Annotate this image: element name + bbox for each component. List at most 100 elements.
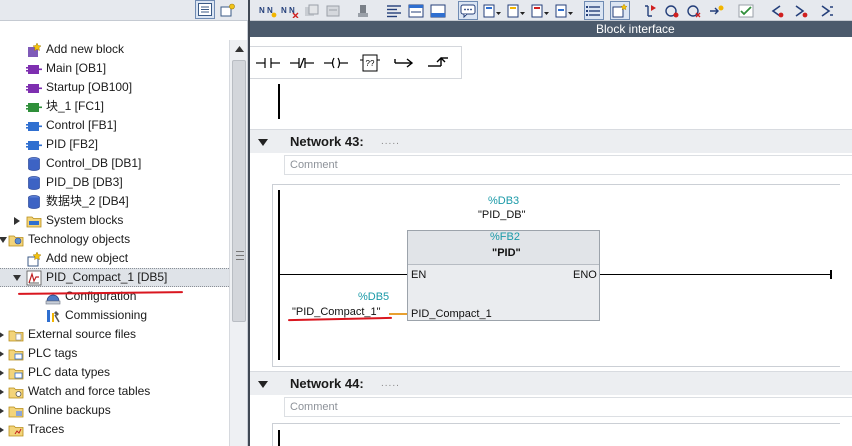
tree-item-label: Add new object — [46, 251, 129, 265]
expand-arrow-icon[interactable] — [12, 211, 22, 230]
tree-item-external-source-files[interactable]: External source files — [0, 325, 229, 344]
normally-closed-contact-button[interactable] — [288, 50, 316, 76]
network-comments-button[interactable] — [458, 1, 478, 20]
collapse-network-icon[interactable] — [258, 137, 268, 147]
tree-item-label: Online backups — [28, 403, 111, 417]
add-new-object-icon — [26, 250, 42, 267]
tree-item-pid-compact-1[interactable]: PID_Compact_1 [DB5] — [0, 268, 229, 287]
collapse-arrow-icon[interactable] — [0, 230, 8, 249]
monitoring-off-button[interactable] — [662, 1, 682, 20]
show-overview-button[interactable] — [554, 1, 574, 20]
pid-compact-icon — [26, 270, 42, 286]
expand-arrow-icon[interactable] — [0, 325, 6, 344]
collapse-arrow-icon[interactable] — [12, 268, 22, 287]
collapse-network-icon[interactable] — [258, 379, 268, 389]
call-hierarchy-button[interactable] — [640, 1, 660, 20]
tree-item-label: Traces — [28, 422, 65, 436]
folder-icon — [8, 327, 24, 343]
normally-closed-contact-icon — [290, 57, 314, 69]
close-branch-fav-button[interactable] — [424, 50, 452, 76]
project-tree-toolbar — [0, 0, 248, 21]
network-43-title-bar[interactable]: Network 43: ..... — [250, 129, 852, 153]
tree-item-technology-objects[interactable]: Technology objects — [0, 230, 229, 249]
network-43-title: Network 43: — [290, 134, 364, 149]
tree-item-label: Control_DB [DB1] — [46, 156, 142, 170]
network-43-comment[interactable]: Comment — [284, 155, 852, 175]
tree-item-startup-ob100[interactable]: Startup [OB100] — [0, 78, 229, 97]
tree-item-control-fb1[interactable]: Control [FB1] — [0, 116, 229, 135]
open-branch-fav-button[interactable] — [390, 50, 418, 76]
step-into-button[interactable] — [706, 1, 726, 20]
expand-arrow-icon[interactable] — [0, 382, 6, 401]
tree-item-plc-tags[interactable]: PLC tags — [0, 344, 229, 363]
tree-item-fc1[interactable]: 块_1 [FC1] — [0, 97, 229, 116]
delete-network-button[interactable]: NN — [280, 1, 300, 20]
list-view-icon — [198, 3, 212, 16]
normally-open-contact-button[interactable] — [254, 50, 282, 76]
expand-arrow-icon[interactable] — [0, 363, 6, 382]
monitoring-break-button[interactable] — [684, 1, 704, 20]
close-branch-icon — [428, 57, 448, 67]
check-mark-button[interactable] — [736, 1, 756, 20]
absolute-symbolic-operands-button[interactable] — [482, 1, 502, 20]
tree-item-pid-fb2[interactable]: PID [FB2] — [0, 135, 229, 154]
tree-item-traces[interactable]: Traces — [0, 420, 229, 439]
paste-network-button[interactable] — [324, 1, 344, 20]
more-toolbar-button[interactable] — [816, 1, 836, 20]
lad-favorites-bar: ?? — [250, 46, 462, 79]
empty-box-button[interactable]: ?? — [356, 50, 384, 76]
tree-item-add-new-object[interactable]: Add new object — [0, 249, 229, 268]
tree-item-db4[interactable]: 数据块_2 [DB4] — [0, 192, 229, 211]
detail-view-button[interactable] — [195, 0, 215, 19]
network-43-comment-placeholder: Comment — [290, 159, 338, 171]
network-44-body[interactable] — [272, 423, 840, 446]
tree-item-control-db-db1[interactable]: Control_DB [DB1] — [0, 154, 229, 173]
scroll-thumb[interactable] — [232, 60, 246, 322]
tree-item-commissioning[interactable]: Commissioning — [0, 306, 229, 325]
tree-item-add-new-block[interactable]: Add new block — [0, 40, 229, 59]
comment-icon — [460, 4, 476, 18]
align-left-button[interactable] — [384, 1, 404, 20]
fb-name: "PID" — [492, 247, 521, 259]
scroll-up-button[interactable] — [231, 41, 247, 57]
tree-item-configuration[interactable]: Configuration — [0, 287, 229, 306]
monitoring-off-icon — [665, 4, 679, 17]
pid-function-block-box[interactable]: %FB2 "PID" EN ENO PID_Compact_1 — [407, 230, 600, 321]
paste-network-icon — [326, 5, 340, 16]
tree-item-watch-and-force-tables[interactable]: Watch and force tables — [0, 382, 229, 401]
display-favorites-button[interactable] — [530, 1, 550, 20]
data-block-icon — [26, 156, 42, 172]
open-branch-button[interactable] — [354, 1, 374, 20]
list-view-button[interactable] — [584, 1, 604, 20]
project-tree-scrollbar[interactable] — [229, 40, 247, 446]
add-toolbar-button[interactable] — [218, 0, 238, 19]
expand-arrow-icon[interactable] — [0, 401, 6, 420]
scroll-grip-icon — [236, 251, 244, 260]
align-left-icon — [387, 4, 401, 17]
copy-network-button[interactable] — [302, 1, 322, 20]
expand-arrow-icon[interactable] — [0, 420, 6, 439]
input-operand-name[interactable]: "PID_Compact_1" — [292, 306, 381, 318]
close-all-networks-button[interactable] — [428, 1, 448, 20]
tag-info-button[interactable] — [506, 1, 526, 20]
expand-arrow-icon[interactable] — [0, 344, 6, 363]
open-all-networks-button[interactable] — [406, 1, 426, 20]
overview-icon — [555, 4, 573, 17]
network-44-comment[interactable]: Comment — [284, 397, 852, 417]
network-44-comment-placeholder: Comment — [290, 401, 338, 413]
tree-item-label: Main [OB1] — [46, 61, 107, 75]
commissioning-icon — [45, 308, 61, 324]
favorites-toggle-button[interactable] — [610, 1, 630, 20]
network-44-title-bar[interactable]: Network 44: ..... — [250, 371, 852, 395]
instance-db-name[interactable]: "PID_DB" — [478, 209, 526, 221]
go-to-previous-error-button[interactable] — [766, 1, 786, 20]
go-to-next-error-button[interactable] — [790, 1, 810, 20]
tree-item-pid-db-db3[interactable]: PID_DB [DB3] — [0, 173, 229, 192]
tree-item-plc-data-types[interactable]: PLC data types — [0, 363, 229, 382]
tree-item-system-blocks[interactable]: System blocks — [0, 211, 229, 230]
output-coil-button[interactable] — [322, 50, 350, 76]
tree-item-online-backups[interactable]: Online backups — [0, 401, 229, 420]
tree-item-main-ob1[interactable]: Main [OB1] — [0, 59, 229, 78]
insert-network-button[interactable]: NN — [258, 1, 278, 20]
block-interface-bar[interactable]: Block interface — [250, 21, 852, 37]
